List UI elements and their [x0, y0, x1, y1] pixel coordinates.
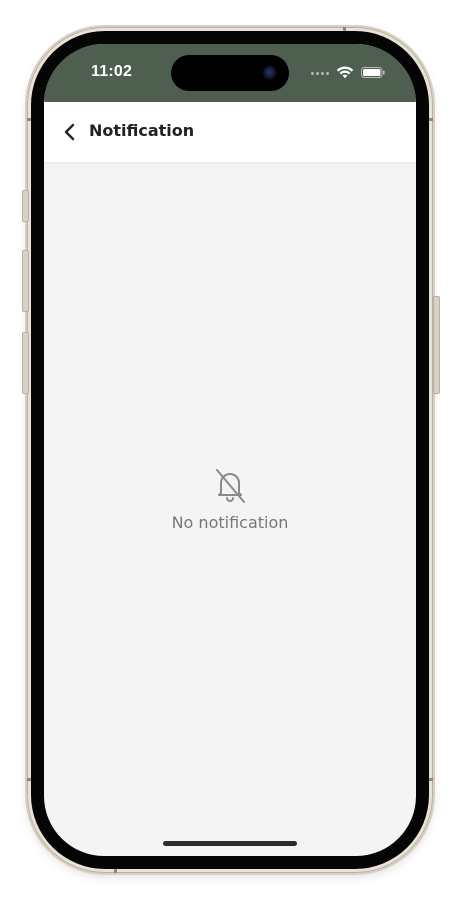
antenna-band	[429, 778, 433, 781]
phone-screen: 11:02 Notification No notification	[44, 44, 416, 856]
page-title: Notification	[89, 121, 195, 140]
wifi-icon	[336, 66, 354, 79]
battery-icon	[361, 67, 385, 78]
dynamic-island	[171, 55, 289, 91]
empty-state: No notification	[44, 464, 416, 532]
antenna-band	[343, 27, 346, 31]
antenna-band	[27, 778, 31, 781]
home-indicator[interactable]	[163, 841, 297, 846]
antenna-band	[27, 118, 31, 121]
empty-message: No notification	[171, 513, 289, 532]
antenna-band	[114, 869, 117, 873]
volume-up-button	[22, 250, 29, 312]
status-bar: 11:02	[44, 44, 416, 102]
volume-down-button	[22, 332, 29, 394]
action-button	[22, 190, 29, 222]
status-time: 11:02	[91, 63, 133, 80]
chevron-left-icon[interactable]	[58, 118, 84, 146]
signal-dots-icon	[311, 72, 333, 76]
camera-icon	[263, 66, 277, 80]
antenna-band	[429, 118, 433, 121]
bell-off-icon	[216, 469, 245, 503]
power-button	[433, 296, 440, 394]
app-header: Notification	[44, 102, 416, 162]
